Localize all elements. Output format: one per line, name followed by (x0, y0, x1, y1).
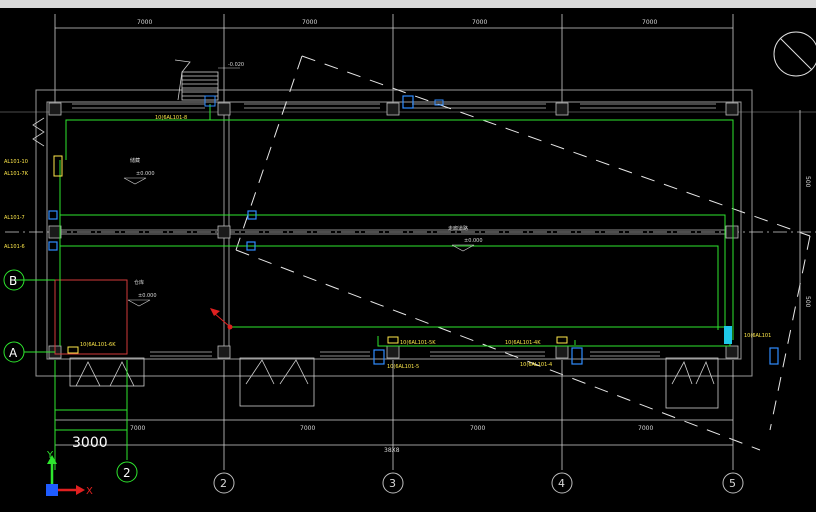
interior-walls (55, 110, 733, 350)
window-top-bar (0, 0, 816, 8)
grid-bubbles (213, 472, 744, 494)
bottom-dim-3: 7000 (470, 425, 485, 432)
scale-dim-label: 3000 (72, 435, 108, 451)
circuit-tag-2: AL101-10 (4, 159, 28, 165)
green-wiring (10, 104, 734, 347)
room-3-level-marker (127, 299, 151, 307)
room-1-name: 储藏 (130, 157, 140, 164)
top-dim-3: 7000 (472, 19, 487, 26)
grid-row-label-b: B (9, 274, 17, 288)
top-dimension-line (54, 14, 734, 110)
cad-drawing-canvas[interactable]: 7000 7000 7000 7000 -0.020 10(6AL101-8 A… (0, 8, 816, 512)
grid-col-label-green: 2 (123, 466, 131, 480)
circuit-tag-3: AL101-7K (4, 171, 29, 177)
top-dim-2: 7000 (302, 19, 317, 26)
room-2-level: ±0.000 (464, 238, 483, 244)
column-pillars (48, 102, 739, 359)
bottom-dim-1: 7000 (130, 425, 145, 432)
room-3-name: 仓库 (134, 279, 144, 286)
bottom-overall-dim: 38X8 (384, 447, 400, 454)
grid-col-label-4: 4 (558, 477, 565, 490)
ucs-axis-icon (46, 455, 85, 496)
room-3-level: ±0.000 (138, 293, 157, 299)
top-dim-4: 7000 (642, 19, 657, 26)
circuit-tag-8: 10(6AL101-5 (387, 364, 419, 370)
grid-col-label-2: 2 (220, 477, 227, 490)
circuit-tag-1: 10(6AL101-8 (155, 115, 187, 121)
right-dim-1: 500 (804, 176, 811, 188)
room-1-level: ±0.000 (136, 171, 155, 177)
grid-row-label-a: A (9, 346, 18, 360)
top-dim-1: 7000 (137, 19, 152, 26)
room-1-level-marker (123, 177, 147, 185)
north-arrow-icon (773, 31, 816, 77)
room-2-name: 走廊道路 (448, 225, 468, 232)
circuit-tag-6: 10(6AL101-6K (80, 342, 116, 348)
bottom-dim-4: 7000 (638, 425, 653, 432)
left-break-line (32, 117, 45, 147)
circuit-tag-11: 10(6AL101 (744, 333, 771, 339)
ucs-x-label: X (86, 486, 93, 497)
circuit-tag-7: 10(6AL101-5K (400, 340, 436, 346)
circuit-tag-5: AL101-6 (4, 244, 25, 250)
bottom-dim-2: 7000 (300, 425, 315, 432)
building-walls (35, 89, 753, 377)
staircase (174, 59, 219, 101)
right-dim-2: 500 (804, 296, 811, 308)
grid-col-label-5: 5 (729, 477, 736, 490)
ucs-y-label: Y (46, 450, 54, 461)
grid-col-label-3: 3 (389, 477, 396, 490)
circuit-tag-4: AL101-7 (4, 215, 25, 221)
dashed-boundary (235, 55, 811, 451)
circuit-tag-9: 10(6AL101-4K (505, 340, 541, 346)
circuit-tag-10: 10(6AL101-4 (520, 362, 552, 368)
stair-level-note: -0.020 (228, 62, 244, 68)
